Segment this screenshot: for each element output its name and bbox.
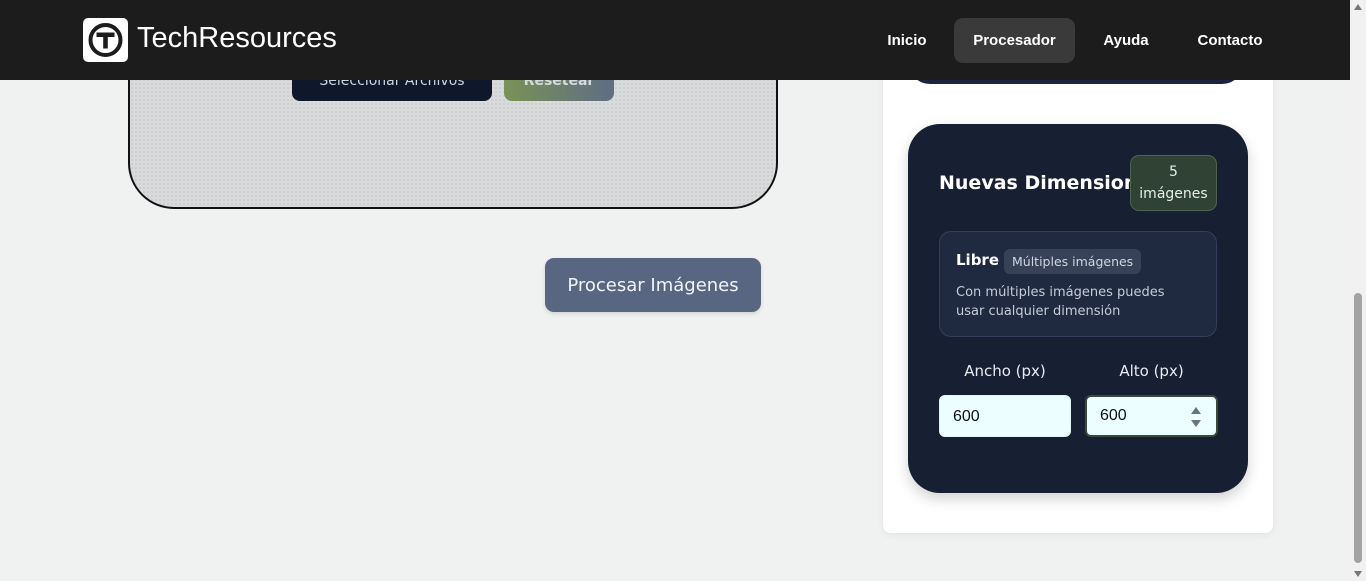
image-count: 5 (1169, 164, 1178, 180)
scroll-down-arrow-icon[interactable] (1353, 570, 1363, 578)
process-images-button[interactable]: Procesar Imágenes (545, 258, 761, 312)
mode-description: Con múltiples imágenes puedes usar cualq… (956, 285, 1165, 319)
nav-inicio[interactable]: Inicio (880, 18, 934, 63)
mode-tag-badge: Múltiples imágenes (1004, 249, 1142, 274)
image-count-badge: 5 imágenes (1130, 155, 1217, 211)
number-spinner-icon[interactable] (1189, 405, 1203, 429)
image-count-unit: imágenes (1139, 186, 1208, 202)
width-input[interactable]: 600 (939, 395, 1071, 437)
nav-ayuda[interactable]: Ayuda (1096, 18, 1156, 63)
scrollbar-thumb[interactable] (1354, 293, 1362, 563)
nav-contacto[interactable]: Contacto (1188, 18, 1272, 63)
nav-procesador[interactable]: Procesador (954, 18, 1075, 63)
top-navbar: TechResources Inicio Procesador Ayuda Co… (0, 0, 1366, 80)
mode-name: Libre (956, 251, 1000, 269)
logo-icon[interactable] (83, 18, 128, 62)
dimensions-title: Nuevas Dimensiones (939, 172, 1162, 194)
scroll-up-arrow-icon[interactable] (1353, 3, 1363, 11)
width-label: Ancho (px) (964, 362, 1046, 380)
height-label: Alto (px) (1119, 362, 1184, 380)
brand-name[interactable]: TechResources (137, 22, 337, 55)
